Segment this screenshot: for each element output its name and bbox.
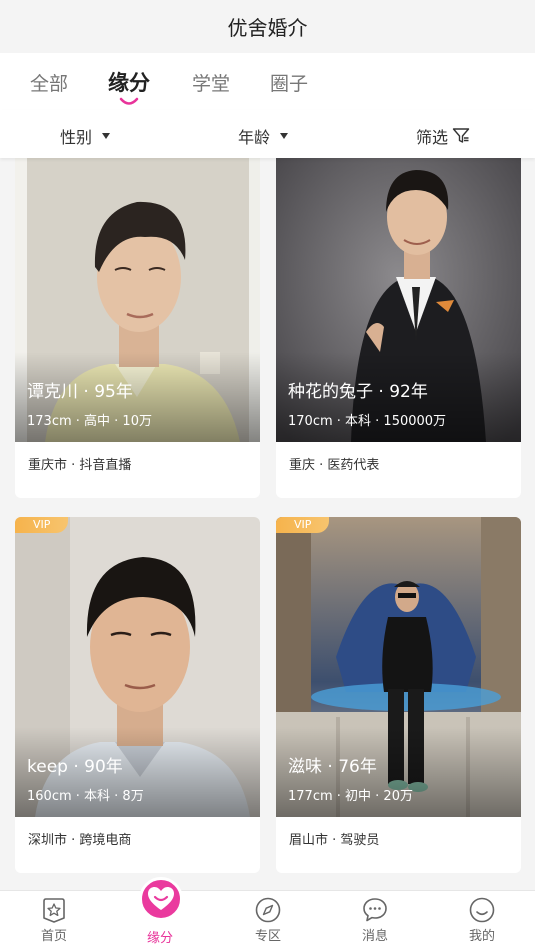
vip-badge: VIP <box>15 517 69 533</box>
chat-bubble-icon <box>363 898 387 922</box>
profile-info: 160cm · 本科 · 8万 <box>27 789 144 804</box>
profile-photo[interactable]: 种花的兔子 · 92年 170cm · 本科 · 150000万 <box>276 158 521 442</box>
profile-photo[interactable]: VIP 滋味 · 76年 177cm · 初中 · 20万 <box>276 517 521 817</box>
gender-filter[interactable]: 性别 <box>60 124 111 148</box>
nav-match-label[interactable]: 缘分 <box>130 927 190 946</box>
smiley-face-icon <box>469 897 495 923</box>
profile-location-job: 深圳市 · 跨境电商 <box>28 833 132 848</box>
screen-filter[interactable]: 筛选 <box>416 124 470 148</box>
profile-name: 滋味 · 76年 <box>288 757 377 777</box>
gender-filter-label: 性别 <box>60 128 93 147</box>
bottom-nav: 首页 缘分 专区 消息 我的 <box>0 877 535 951</box>
heart-smile-icon <box>148 887 174 910</box>
nav-home-label: 首页 <box>40 929 67 944</box>
top-tabs: 全部 缘分 学堂 圈子 <box>0 53 535 110</box>
screen-filter-label: 筛选 <box>416 128 449 147</box>
tab-school[interactable]: 学堂 <box>192 69 230 96</box>
profile-info: 173cm · 高中 · 10万 <box>27 414 152 429</box>
nav-match-heart-button[interactable] <box>139 877 183 921</box>
app-title: 优舍婚介 <box>227 16 308 40</box>
profile-name: keep · 90年 <box>27 757 123 777</box>
nav-home[interactable]: 首页 <box>24 897 84 944</box>
nav-mine-label: 我的 <box>468 929 495 944</box>
compass-icon <box>255 897 281 923</box>
nav-message[interactable]: 消息 <box>345 897 405 944</box>
nav-mine[interactable]: 我的 <box>452 897 512 944</box>
profile-location-job: 重庆 · 医药代表 <box>289 458 380 473</box>
age-filter[interactable]: 年龄 <box>238 124 289 148</box>
tab-circle[interactable]: 圈子 <box>270 69 308 96</box>
vip-badge: VIP <box>276 517 330 533</box>
tab-match[interactable]: 缘分 <box>108 67 150 97</box>
filter-funnel-icon <box>452 128 470 143</box>
profile-name: 种花的兔子 · 92年 <box>288 382 428 402</box>
age-filter-label: 年龄 <box>238 128 271 147</box>
profile-location-job: 眉山市 · 驾驶员 <box>289 833 380 848</box>
profile-location-job: 重庆市 · 抖音直播 <box>28 458 132 473</box>
profile-card[interactable]: VIP 滋味 · 76年 177cm · 初中 · 20万 眉山市 · 驾驶员 <box>276 517 521 873</box>
nav-zone[interactable]: 专区 <box>238 897 298 944</box>
profile-card[interactable]: VIP keep · 90年 160cm · 本科 · 8万 深圳市 · 跨境电… <box>15 517 260 873</box>
profile-feed[interactable]: 谭克川 · 95年 173cm · 高中 · 10万 重庆市 · 抖音直播 种花… <box>0 158 535 890</box>
profile-info: 177cm · 初中 · 20万 <box>288 789 413 804</box>
profile-photo[interactable]: VIP keep · 90年 160cm · 本科 · 8万 <box>15 517 260 817</box>
profile-info: 170cm · 本科 · 150000万 <box>288 414 447 429</box>
app-title-bar: 优舍婚介 <box>0 0 535 53</box>
filter-bar: 性别 年龄 筛选 <box>0 110 535 158</box>
profile-card[interactable]: 谭克川 · 95年 173cm · 高中 · 10万 重庆市 · 抖音直播 <box>15 158 260 498</box>
profile-photo[interactable]: 谭克川 · 95年 173cm · 高中 · 10万 <box>15 158 260 442</box>
nav-zone-label: 专区 <box>254 929 281 944</box>
home-star-icon <box>43 898 65 923</box>
tab-all[interactable]: 全部 <box>30 69 68 96</box>
active-tab-indicator <box>119 97 139 105</box>
nav-message-label: 消息 <box>361 929 388 944</box>
dropdown-arrow-icon <box>280 133 289 139</box>
profile-card[interactable]: 种花的兔子 · 92年 170cm · 本科 · 150000万 重庆 · 医药… <box>276 158 521 498</box>
dropdown-arrow-icon <box>102 133 111 139</box>
profile-name: 谭克川 · 95年 <box>27 382 133 402</box>
